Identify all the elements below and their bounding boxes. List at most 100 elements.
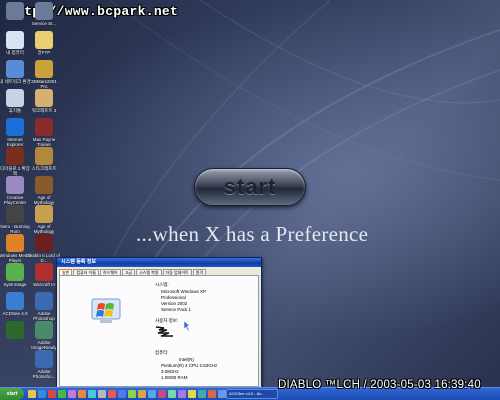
quick-launch-icon[interactable] [168,390,176,398]
desktop-icon[interactable]: Windows Media Player [0,234,31,264]
desktop-icon[interactable]: Adobe ImageReady [29,321,59,351]
desktop-icon[interactable]: Diablo II Lord of D... [28,234,60,264]
desktop-icon[interactable]: 3DMark2001 Pro [29,60,59,90]
desktop: http://www.bcpark.net 내 컴퓨터 내 네트워크 환경 휴지통 I… [0,0,500,400]
quick-launch-icon[interactable] [38,390,46,398]
game-icon [35,118,53,136]
computer-label: 컴퓨터: [155,350,169,355]
quick-launch-icon[interactable] [148,390,156,398]
system-line: Service Pack 1 [161,307,192,312]
desktop-icon[interactable]: ACDSee 4.0 [0,292,30,322]
desktop-icon[interactable]: 휴지통 [0,89,30,119]
quick-launch-icon[interactable] [128,390,136,398]
photoshop-icon [35,292,53,310]
desktop-icon-label: Age of Mythology [33,224,55,234]
recycle-bin-icon [6,89,24,107]
window-titlebar[interactable]: 시스템 등록 정보 [57,258,261,267]
redacted-user-info [155,326,173,337]
quick-launch-icon[interactable] [188,390,196,398]
system-label: 시스템: [155,282,169,287]
wallpaper-tagline: ...when X has a Preference [136,222,369,246]
partial-icon [35,2,53,20]
quick-launch-icon[interactable] [88,390,96,398]
desktop-icon[interactable]: Service St... [29,2,59,32]
desktop-icon[interactable] [0,2,30,32]
desktop-icon-label: Age of Mythology [33,195,55,205]
desktop-icon[interactable]: Warcraft III [29,263,59,293]
system-properties-window[interactable]: 시스템 등록 정보 일반 컴퓨터 이름 하드웨어 고급 시스템 복원 자동 업데이트 원격 … [56,257,262,390]
registered-label: 사용자 정보: [155,318,179,323]
quick-launch-icon[interactable] [118,390,126,398]
computer-icon [6,31,24,49]
cd-icon [6,176,24,194]
quick-launch-icon[interactable] [208,390,216,398]
desktop-icon-label: Internet Explorer [6,137,24,147]
desktop-icon[interactable]: Age of Mythology [29,205,59,235]
taskbar-start-button[interactable]: start [0,388,24,400]
desktop-icon-label: 디아블로 2 확장팩 [0,166,30,176]
desktop-icon[interactable]: 워크래프트 3 [29,89,59,119]
aom-icon [35,176,53,194]
partial-icon [6,2,24,20]
desktop-icon-label: SysInStage [3,282,27,287]
app-icon [6,321,24,339]
aom-icon [35,205,53,223]
desktop-icon[interactable]: 내 컴퓨터 [0,31,30,61]
desktop-icon-label: 내 네트워크 환경 [0,79,31,84]
quick-launch-icon[interactable] [28,390,36,398]
desktop-icon-label: Service St... [31,21,57,26]
desktop-icon[interactable]: Internet Explorer [0,118,30,148]
quick-launch-icon[interactable] [178,390,186,398]
desktop-icon[interactable]: Max Payne Trainer [29,118,59,148]
desktop-icon-label: Max Payne Trainer [32,137,56,147]
wallpaper-start-button: start [194,168,306,206]
starcraft-icon [35,147,53,165]
desktop-icon-label: 워크래프트 3 [31,108,57,113]
warcraft-icon [35,263,53,281]
quick-launch-icon[interactable] [68,390,76,398]
desktop-icon[interactable]: 디아블로 2 확장팩 [0,147,30,177]
mouse-cursor-icon [184,321,191,331]
quick-launch-bar [28,390,228,398]
desktop-icon[interactable]: Nero - Burning Rom [0,205,30,235]
quick-launch-icon[interactable] [158,390,166,398]
desktop-icon[interactable]: 내 네트워크 환경 [0,60,31,90]
warcraft-icon [35,89,53,107]
ie-icon [6,118,24,136]
windows-logo-icon [91,298,121,323]
desktop-icon[interactable] [0,321,30,351]
quick-launch-icon[interactable] [48,390,56,398]
app-icon [6,263,24,281]
desktop-icon-label: 휴지통 [8,108,22,113]
quick-launch-icon[interactable] [108,390,116,398]
desktop-icon[interactable]: 알FTP [29,31,59,61]
desktop-icon-label: 3DMark2001 Pro [31,79,57,89]
quick-launch-icon[interactable] [58,390,66,398]
imageready-icon [35,321,53,339]
quick-launch-icon[interactable] [218,390,226,398]
desktop-icon-label: 스타크래프트 [31,166,57,171]
desktop-icon-label: Windows Media Player [0,253,31,263]
desktop-icon[interactable]: Age of Mythology [29,176,59,206]
3dmark-icon [35,60,53,78]
taskbar-task-acdsee[interactable]: ACDSee v4.0 - Ac... [226,389,278,399]
desktop-icon[interactable]: 스타크래프트 [29,147,59,177]
general-tab-panel: 시스템: Microsoft Windows XP Professional V… [59,275,259,387]
quick-launch-icon[interactable] [138,390,146,398]
acdsee-icon [6,292,24,310]
desktop-icon-label: Nero - Burning Rom [0,224,30,234]
photoshop-icon [35,350,53,368]
computer-line: 1.08GB RAM [161,375,188,380]
timestamp-overlay: DIABLO ™LCH / 2003-05-03 16:39:40 [278,379,481,391]
desktop-icon[interactable]: Creative PlayCenter [0,176,30,206]
quick-launch-icon[interactable] [78,390,86,398]
desktop-icon-label: 알FTP [37,50,51,55]
ftp-icon [35,31,53,49]
quick-launch-icon[interactable] [198,390,206,398]
desktop-icon[interactable]: Adobe Photosho... [29,350,59,380]
network-icon [6,60,24,78]
desktop-icon[interactable]: Adobe Photoshop [29,292,59,322]
quick-launch-icon[interactable] [98,390,106,398]
desktop-icon[interactable]: SysInStage [0,263,30,293]
nero-icon [6,205,24,223]
